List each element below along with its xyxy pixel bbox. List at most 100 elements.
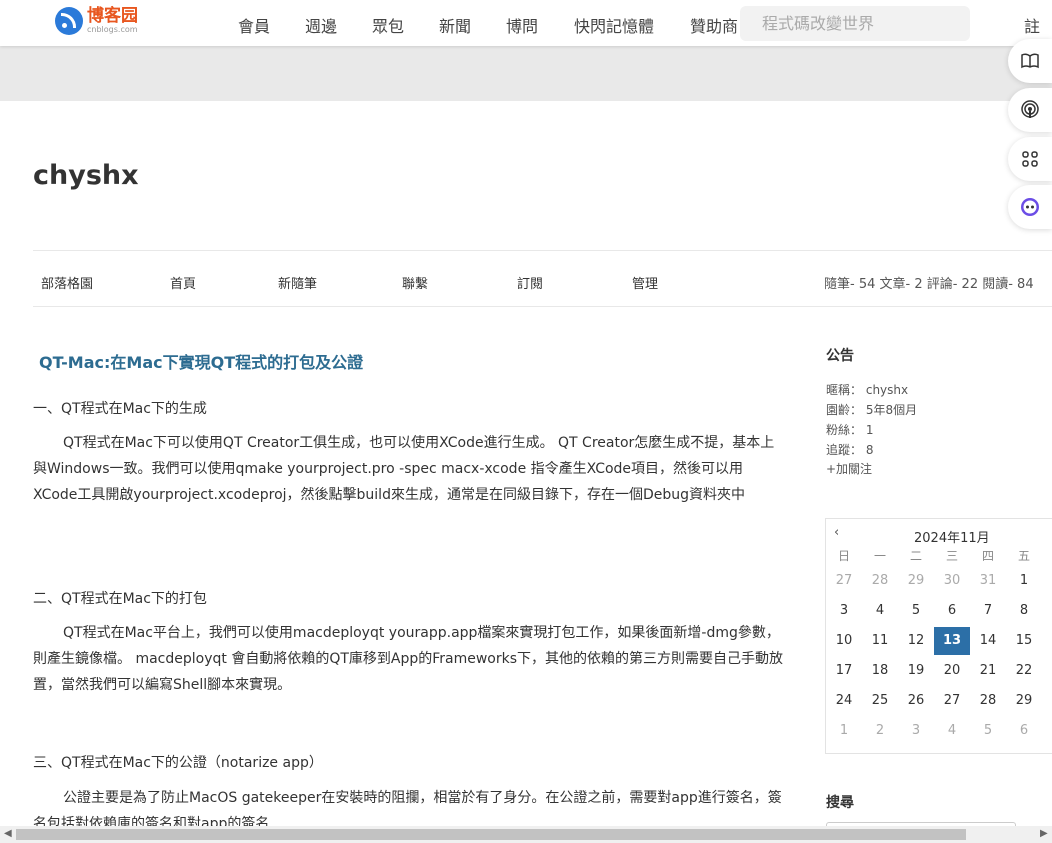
section-heading: 三、QT程式在Mac下的公證（notarize app） (33, 755, 323, 771)
divider (33, 306, 1052, 307)
calendar-weekday: 五 (1017, 549, 1030, 563)
calendar-day[interactable]: 20 (934, 657, 970, 685)
calendar-day[interactable]: 5 (970, 717, 1006, 745)
calendar-day[interactable]: 25 (862, 687, 898, 715)
section-heading: 二、QT程式在Mac下的打包 (33, 591, 207, 607)
blog-calendar: ‹ 2024年11月 日一二三四五 27 28 29 30 31 1 3 4 5 6 7 8 10 11 12… (825, 518, 1052, 754)
calendar-day[interactable]: 17 (826, 657, 862, 685)
calendar-day[interactable]: 29 (898, 567, 934, 595)
calendar-day[interactable]: 27 (826, 567, 862, 595)
follow-link[interactable]: +加關注 (826, 460, 872, 477)
scroll-left-arrow-icon[interactable]: ◀ (4, 828, 12, 839)
book-icon (1021, 53, 1039, 69)
calendar-day[interactable]: 4 (934, 717, 970, 745)
blognav-new-post[interactable]: 新隨筆 (278, 273, 317, 292)
blognav-cnblogs[interactable]: 部落格園 (41, 273, 93, 292)
nav-members[interactable]: 會員 (238, 13, 270, 37)
rss-logo-icon (55, 7, 83, 35)
profile-nickname: 暱稱： chyshx (826, 380, 908, 400)
calendar-day[interactable]: 12 (898, 627, 934, 655)
calendar-weekday: 二 (909, 549, 922, 563)
calendar-day[interactable]: 24 (826, 687, 862, 715)
podcast-icon (1021, 100, 1039, 118)
blognav-home[interactable]: 首頁 (170, 273, 196, 292)
calendar-day[interactable]: 10 (826, 627, 862, 655)
calendar-day[interactable]: 4 (862, 597, 898, 625)
calendar-weekday: 日 (837, 549, 850, 563)
apps-icon (1022, 151, 1038, 167)
nav-crowdsource[interactable]: 眾包 (372, 13, 404, 37)
banner-area (0, 46, 1052, 101)
calendar-day[interactable]: 6 (1006, 717, 1042, 745)
calendar-weekday: 三 (945, 549, 958, 563)
blog-stats: 隨筆- 54 文章- 2 評論- 22 閱讀- 84 (824, 277, 1034, 292)
profile-following: 追蹤： 8 (826, 440, 873, 460)
calendar-day[interactable]: 28 (970, 687, 1006, 715)
calendar-day[interactable]: 3 (826, 597, 862, 625)
calendar-day[interactable]: 1 (1006, 567, 1042, 595)
nav-merch[interactable]: 週邊 (305, 13, 337, 37)
section-heading: 一、QT程式在Mac下的生成 (33, 401, 207, 417)
scrollbar-thumb[interactable] (16, 829, 966, 840)
nav-news[interactable]: 新聞 (439, 13, 471, 37)
calendar-title: 2024年11月 (914, 531, 990, 546)
profile-fans: 粉絲： 1 (826, 420, 873, 440)
calendar-day[interactable]: 14 (970, 627, 1006, 655)
calendar-day[interactable]: 18 (862, 657, 898, 685)
calendar-day[interactable]: 3 (898, 717, 934, 745)
profile-value[interactable]: chyshx (866, 383, 908, 397)
nav-flash[interactable]: 快閃記憶體 (574, 13, 654, 37)
calendar-day[interactable]: 8 (1006, 597, 1042, 625)
calendar-day[interactable]: 28 (862, 567, 898, 595)
calendar-day[interactable]: 30 (934, 567, 970, 595)
blog-title[interactable]: chyshx (33, 160, 139, 191)
scroll-right-arrow-icon[interactable]: ▶ (1040, 828, 1048, 839)
calendar-day[interactable]: 26 (898, 687, 934, 715)
profile-value[interactable]: 1 (866, 423, 874, 437)
search-title: 搜尋 (826, 795, 854, 811)
blognav-manage[interactable]: 管理 (632, 273, 658, 292)
section-paragraph: QT程式在Mac下可以使用QT Creator工俱生成，也可以使用XCode進行… (33, 435, 775, 503)
assistant-icon (1021, 198, 1039, 216)
calendar-day[interactable]: 19 (898, 657, 934, 685)
calendar-weekday: 四 (981, 549, 994, 563)
calendar-day[interactable]: 31 (970, 567, 1006, 595)
calendar-day[interactable]: 21 (970, 657, 1006, 685)
reading-mode-button[interactable] (1008, 39, 1052, 83)
section-paragraph: QT程式在Mac平台上，我們可以使用macdeployqt yourapp.ap… (33, 625, 784, 693)
profile-label: 追蹤： (826, 443, 863, 457)
ai-assistant-button[interactable] (1008, 185, 1052, 229)
calendar-day[interactable]: 29 (1006, 687, 1042, 715)
calendar-day[interactable]: 6 (934, 597, 970, 625)
calendar-day[interactable]: 2 (862, 717, 898, 745)
profile-label: 粉絲： (826, 423, 863, 437)
site-search-input[interactable]: 程式碼改變世界 (740, 6, 970, 41)
cnblogs-logo[interactable]: 博客园 cnblogs.com (55, 7, 138, 35)
horizontal-scrollbar[interactable]: ◀ ▶ (0, 826, 1052, 843)
profile-value[interactable]: 8 (866, 443, 874, 457)
blognav-contact[interactable]: 聯繫 (402, 273, 428, 292)
blognav-subscribe[interactable]: 訂閱 (517, 273, 543, 292)
profile-label: 園齡： (826, 403, 863, 417)
calendar-day[interactable]: 5 (898, 597, 934, 625)
profile-label: 暱稱： (826, 383, 863, 397)
nav-sponsors[interactable]: 贊助商 (690, 13, 738, 37)
notice-title: 公告 (826, 348, 854, 364)
podcast-button[interactable] (1008, 88, 1052, 132)
profile-value[interactable]: 5年8個月 (866, 403, 917, 417)
apps-button[interactable] (1008, 137, 1052, 181)
calendar-weekday: 一 (873, 549, 886, 563)
calendar-day[interactable]: 11 (862, 627, 898, 655)
logo-domain: cnblogs.com (87, 25, 138, 34)
calendar-day[interactable]: 27 (934, 687, 970, 715)
calendar-day[interactable]: 7 (970, 597, 1006, 625)
calendar-prev-month-button[interactable]: ‹ (834, 525, 839, 540)
calendar-day[interactable]: 1 (826, 717, 862, 745)
post-title[interactable]: QT-Mac:在Mac下實現QT程式的打包及公證 (39, 349, 363, 373)
divider (33, 250, 1052, 251)
logo-name: 博客园 (87, 6, 138, 26)
calendar-day[interactable]: 15 (1006, 627, 1042, 655)
nav-questions[interactable]: 博問 (506, 13, 538, 37)
calendar-day[interactable]: 22 (1006, 657, 1042, 685)
calendar-day[interactable]: 13 (934, 627, 970, 655)
